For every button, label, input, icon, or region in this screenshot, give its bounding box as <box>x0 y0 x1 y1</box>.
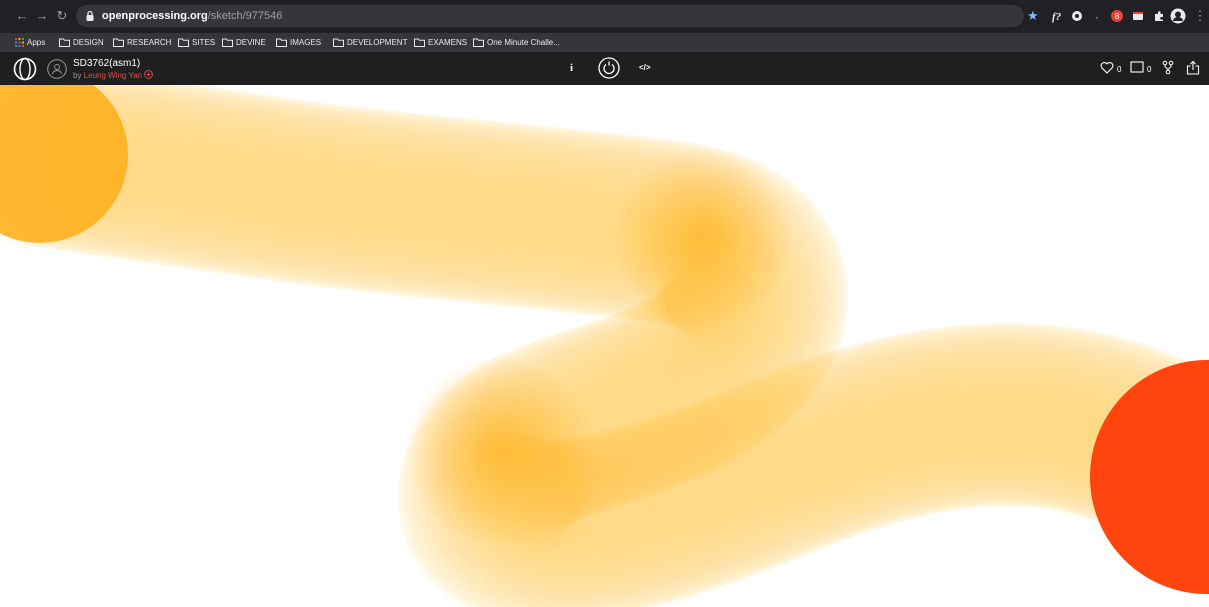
menu-dots-icon[interactable]: ⋮ <box>1192 8 1208 24</box>
window-extension-icon[interactable] <box>1131 9 1145 23</box>
folder-icon <box>276 38 287 48</box>
by-prefix: by <box>73 71 82 80</box>
user-avatar-icon[interactable] <box>47 59 67 79</box>
bookmark-folder-one-minute[interactable]: One Minute Challe... <box>473 36 560 49</box>
dots-extension-icon[interactable] <box>1090 9 1104 23</box>
folder-icon <box>473 38 484 48</box>
bookmark-folder-images[interactable]: IMAGES <box>276 36 321 49</box>
lock-icon <box>86 10 94 21</box>
apps-grid-icon <box>15 38 24 48</box>
bookmark-folder-sites[interactable]: SITES <box>178 36 215 49</box>
bookmark-label: Apps <box>27 38 46 47</box>
url-path: /sketch/977546 <box>207 10 283 22</box>
bookmark-folder-devine[interactable]: DEVINE <box>222 36 266 49</box>
likes-count: 0 <box>1117 65 1122 74</box>
info-button[interactable]: i <box>570 62 573 74</box>
bookmark-label: One Minute Challe... <box>487 38 560 47</box>
forward-arrow-icon[interactable]: → <box>34 8 50 24</box>
browser-toolbar: ← → ↻ openprocessing.org/sketch/977546 ★… <box>0 0 1209 33</box>
bookmark-label: DEVELOPMENT <box>347 38 408 47</box>
url-host: openprocessing.org <box>102 10 208 22</box>
folder-icon <box>59 38 70 48</box>
bookmark-folder-development[interactable]: DEVELOPMENT <box>333 36 407 49</box>
fork-icon[interactable] <box>1162 60 1174 75</box>
back-arrow-icon[interactable]: ← <box>14 8 30 24</box>
notification-badge-icon[interactable]: 8 <box>1110 9 1124 23</box>
sketch-canvas[interactable] <box>0 85 1209 607</box>
bookmark-folder-research[interactable]: RESEARCH <box>113 36 171 49</box>
folder-icon <box>113 38 124 48</box>
bookmark-folder-examens[interactable]: EXAMENS <box>414 36 467 49</box>
bookmark-label: DEVINE <box>236 38 266 47</box>
folder-icon <box>414 38 425 48</box>
bookmark-label: EXAMENS <box>428 38 468 47</box>
folder-icon <box>222 38 233 48</box>
bookmark-label: IMAGES <box>290 38 322 47</box>
heart-like-icon[interactable] <box>1100 61 1114 74</box>
puzzle-extensions-icon[interactable] <box>1152 9 1166 23</box>
profile-avatar-icon[interactable] <box>1170 8 1186 24</box>
comments-count: 0 <box>1147 65 1152 74</box>
sketch-header: SD3762(asm1) by Leung Wing Yan i </> 0 0 <box>0 52 1209 85</box>
address-bar[interactable]: openprocessing.org/sketch/977546 <box>76 5 1024 27</box>
script-extension-icon[interactable]: f? <box>1050 9 1064 23</box>
follow-plus-icon[interactable] <box>144 70 154 79</box>
code-button[interactable]: </> <box>639 63 651 72</box>
url-text: openprocessing.org/sketch/977546 <box>102 8 282 24</box>
author-link[interactable]: Leung Wing Yan <box>84 71 142 80</box>
folder-icon <box>178 38 189 48</box>
reload-icon[interactable]: ↻ <box>54 8 70 24</box>
circle-extension-icon[interactable] <box>1070 9 1084 23</box>
share-icon[interactable] <box>1186 60 1200 75</box>
bookmark-label: DESIGN <box>73 38 104 47</box>
trail-circles <box>0 85 1209 607</box>
openprocessing-logo-icon[interactable] <box>13 57 37 81</box>
badge-count: 8 <box>1115 12 1120 21</box>
svg-text:f?: f? <box>1052 11 1062 23</box>
highlight-blob <box>613 148 793 328</box>
bookmark-label: RESEARCH <box>127 38 172 47</box>
comment-icon[interactable] <box>1130 61 1144 74</box>
bookmark-label: SITES <box>192 38 216 47</box>
folder-icon <box>333 38 344 48</box>
sketch-byline: by Leung Wing Yan <box>73 70 154 81</box>
restart-play-icon[interactable] <box>598 57 620 79</box>
sketch-title: SD3762(asm1) <box>73 58 141 69</box>
bookmark-folder-design[interactable]: DESIGN <box>59 36 104 49</box>
highlight-blob <box>405 356 595 546</box>
bookmarks-bar: Apps DESIGN RESEARCH SITES DEVINE IMAGES… <box>0 33 1209 52</box>
bookmark-star-icon[interactable]: ★ <box>1027 8 1039 24</box>
bookmark-apps[interactable]: Apps <box>15 36 45 49</box>
